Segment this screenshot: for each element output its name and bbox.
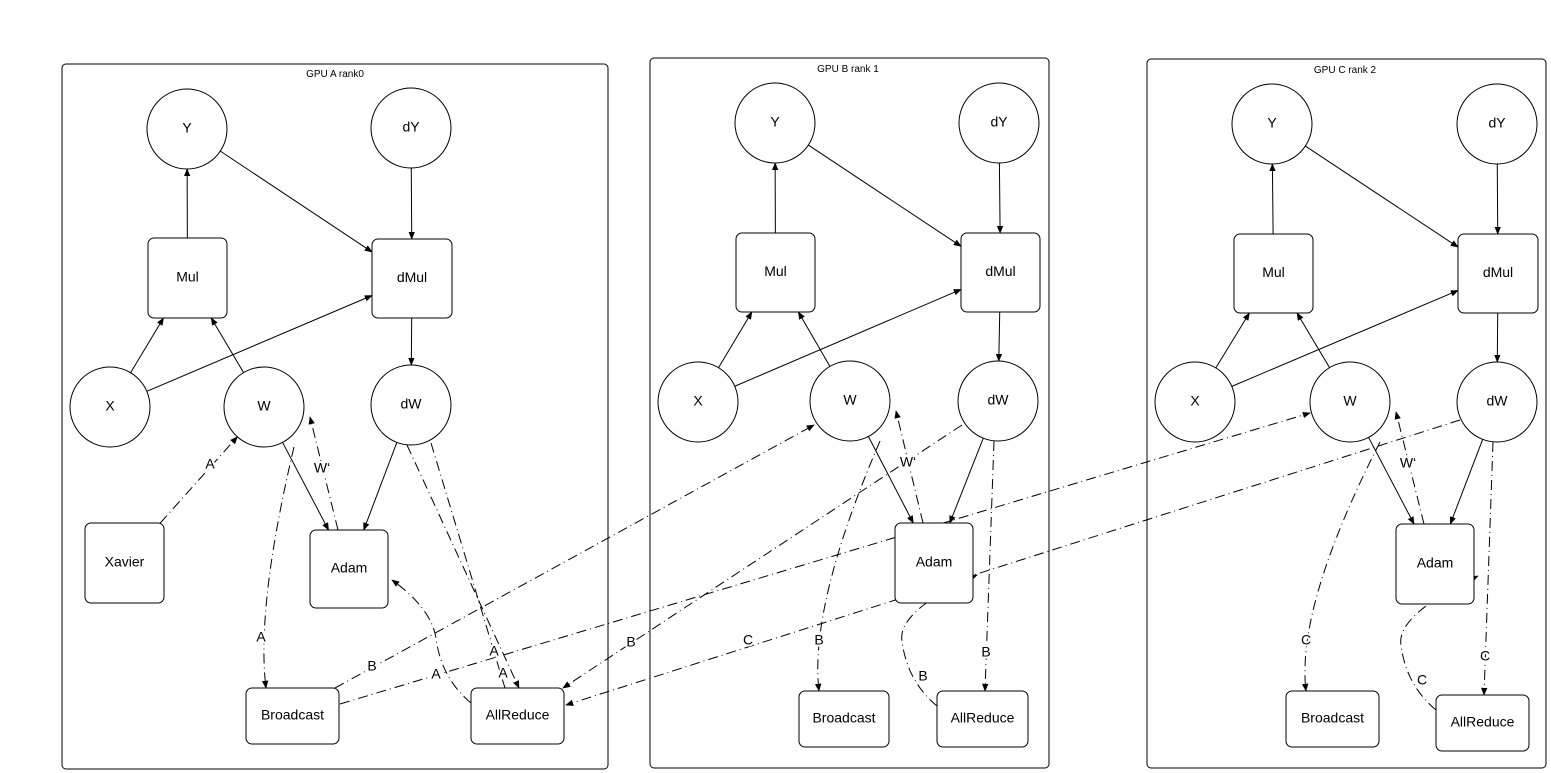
node-label: dMul xyxy=(1483,264,1513,280)
node-label: X xyxy=(693,393,703,409)
node-label: W xyxy=(1343,393,1357,409)
node-label: Y xyxy=(182,120,192,136)
node-label: dY xyxy=(402,119,420,135)
node-label: Broadcast xyxy=(812,710,875,726)
node-label: W xyxy=(257,398,271,414)
node-label: AllReduce xyxy=(1451,714,1515,730)
node-label: W xyxy=(843,392,857,408)
edge-label-allreduce: A xyxy=(489,643,499,659)
edge-label-broadcast: B xyxy=(814,632,823,648)
node-dy[interactable]: dY xyxy=(958,82,1040,164)
node-label: Adam xyxy=(331,560,368,576)
node-broadcast[interactable]: Broadcast xyxy=(798,690,890,748)
node-label: X xyxy=(1190,393,1200,409)
node-w[interactable]: W xyxy=(809,360,891,442)
node-label: dY xyxy=(1488,115,1506,131)
node-mul[interactable]: Mul xyxy=(1233,233,1314,314)
edge-label-w-prime: W‘ xyxy=(314,460,330,476)
node-dw[interactable]: dW xyxy=(1456,361,1538,443)
node-label: dW xyxy=(1487,393,1509,409)
node-w[interactable]: W xyxy=(1309,361,1391,443)
node-x[interactable]: X xyxy=(657,361,739,443)
edge-label-adam: B xyxy=(918,668,927,684)
edge-label-cross-b1: B xyxy=(367,658,376,674)
node-allreduce[interactable]: AllReduce xyxy=(470,687,565,745)
edge-label-adam: A xyxy=(431,666,441,682)
node-mul[interactable]: Mul xyxy=(735,232,816,313)
node-adam[interactable]: Adam xyxy=(309,529,389,609)
diagram-canvas: GPU A rank0 GPU B rank 1 GPU C rank 2 YdY X… xyxy=(61,57,1547,770)
node-label: dY xyxy=(990,114,1008,130)
edge-label-cross-b2: B xyxy=(626,634,635,650)
node-label: Y xyxy=(770,114,780,130)
node-label: Mul xyxy=(176,269,199,285)
node-y[interactable]: Y xyxy=(1231,83,1313,165)
node-xavier[interactable]: Xavier xyxy=(84,522,165,604)
node-dmul[interactable]: dMul xyxy=(1457,233,1539,314)
node-dy[interactable]: dY xyxy=(370,87,452,169)
edge-label-allreduce-2: A xyxy=(498,665,508,681)
edge-label-cross-c: C xyxy=(743,632,753,648)
node-broadcast[interactable]: Broadcast xyxy=(245,687,340,745)
node-label: dW xyxy=(988,392,1010,408)
edge-label-w-prime: W‘ xyxy=(900,454,916,470)
node-label: AllReduce xyxy=(951,710,1015,726)
edge-label-xavier: A xyxy=(205,456,215,472)
edge-mul-to-y xyxy=(1269,163,1276,235)
node-dy[interactable]: dY xyxy=(1456,83,1538,165)
node-mul[interactable]: Mul xyxy=(147,237,228,319)
node-broadcast[interactable]: Broadcast xyxy=(1285,690,1380,748)
node-dmul[interactable]: dMul xyxy=(960,232,1041,313)
panel-title: GPU A rank0 xyxy=(306,69,364,80)
edge-label-broadcast: C xyxy=(1301,632,1311,648)
node-x[interactable]: X xyxy=(69,366,151,448)
edge-label-broadcast: A xyxy=(256,629,266,645)
node-dw[interactable]: dW xyxy=(370,364,452,446)
node-label: dMul xyxy=(985,263,1015,279)
node-adam[interactable]: Adam xyxy=(1395,523,1475,605)
edge-label-adam: C xyxy=(1417,672,1427,688)
edge-label-allreduce: B xyxy=(981,644,990,660)
node-label: Y xyxy=(1267,115,1277,131)
node-x[interactable]: X xyxy=(1154,361,1236,443)
node-adam[interactable]: Adam xyxy=(894,522,974,604)
node-label: dMul xyxy=(397,269,427,285)
node-w[interactable]: W xyxy=(223,366,305,448)
node-label: X xyxy=(105,398,115,414)
node-label: Adam xyxy=(916,554,953,570)
node-label: Broadcast xyxy=(1301,710,1364,726)
node-label: Mul xyxy=(1262,264,1285,280)
node-label: Xavier xyxy=(105,554,145,570)
node-label: Broadcast xyxy=(261,707,324,723)
node-allreduce[interactable]: AllReduce xyxy=(936,690,1029,748)
node-dmul[interactable]: dMul xyxy=(371,238,453,319)
node-label: Mul xyxy=(764,263,787,279)
node-dw[interactable]: dW xyxy=(957,360,1039,442)
panel-title: GPU B rank 1 xyxy=(817,64,879,75)
edge-dy-to-dmul xyxy=(996,162,1004,234)
node-allreduce[interactable]: AllReduce xyxy=(1435,694,1530,752)
node-label: AllReduce xyxy=(486,707,550,723)
panel-title: GPU C rank 2 xyxy=(1314,65,1377,76)
node-y[interactable]: Y xyxy=(146,88,228,170)
node-y[interactable]: Y xyxy=(734,82,816,164)
node-label: dW xyxy=(401,396,423,412)
node-label: Adam xyxy=(1417,555,1454,571)
edge-label-allreduce: C xyxy=(1480,648,1490,664)
edge-label-w-prime: W‘ xyxy=(1400,455,1416,471)
